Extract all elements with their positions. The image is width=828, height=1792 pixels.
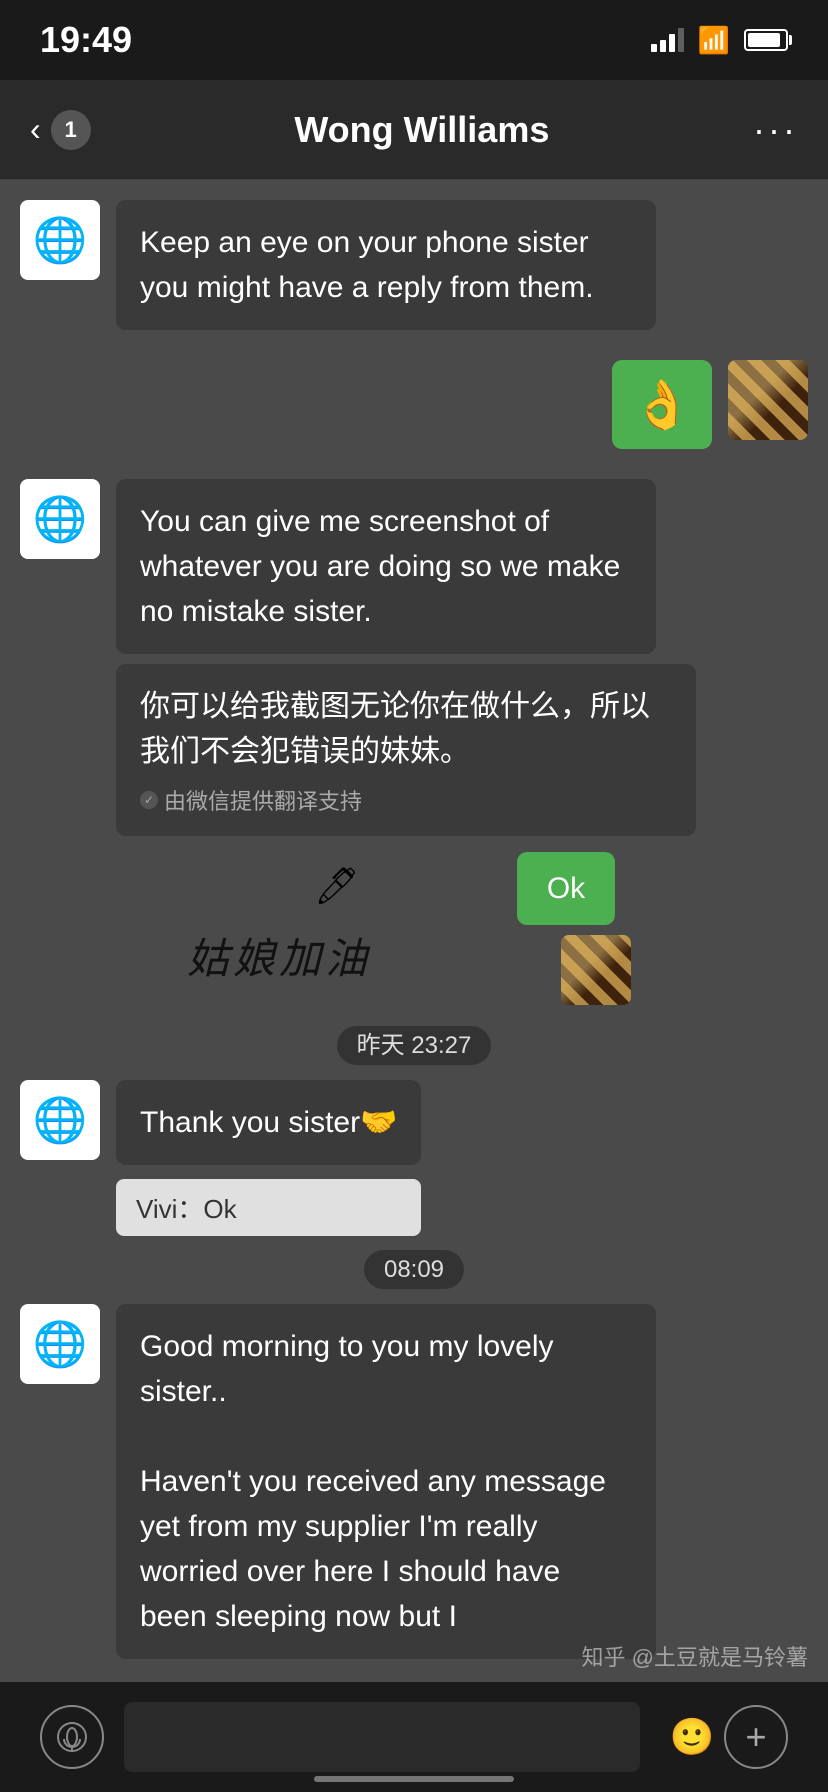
voice-button[interactable]: [40, 1705, 104, 1769]
handwriting-svg: 姑娘加油: [177, 913, 497, 993]
avatar: 🌐: [20, 200, 100, 280]
message-text: You can give me screenshot of whatever y…: [140, 505, 620, 628]
sent-ok-bubble: Ok: [517, 852, 615, 925]
message-text: Thank you sister🤝: [140, 1106, 397, 1139]
divider-text: 昨天 23:27: [337, 1026, 492, 1065]
sent-avatar-2: [561, 935, 631, 1005]
message-row: 🌐 Good morning to you my lovely sister..…: [20, 1304, 808, 1659]
emoji-button[interactable]: 🙂: [660, 1705, 724, 1769]
message-input[interactable]: [124, 1702, 640, 1772]
avatar: 🌐: [20, 1080, 100, 1160]
translation-bubble: 你可以给我截图无论你在做什么，所以我们不会犯错误的妹妹。 ✓ 由微信提供翻译支持: [116, 664, 696, 836]
handwriting-emoji: 🖊: [314, 865, 360, 907]
home-indicator: [314, 1776, 514, 1782]
chat-area: 🌐 Keep an eye on your phone sister you m…: [0, 180, 828, 1709]
svg-text:姑娘加油: 姑娘加油: [187, 937, 371, 983]
sent-emoji-bubble: 👌: [612, 360, 712, 449]
vivi-reply-text: Vivi：Ok: [136, 1194, 237, 1224]
back-arrow-icon: ‹: [30, 111, 41, 148]
time-divider: 昨天 23:27: [20, 1025, 808, 1060]
message-row: 🌐 Keep an eye on your phone sister you m…: [20, 200, 808, 330]
message-group: Thank you sister🤝 Vivi：Ok: [116, 1080, 421, 1236]
chat-title: Wong Williams: [294, 109, 549, 151]
message-row: 👌: [20, 360, 808, 449]
translation-note: ✓ 由微信提供翻译支持: [140, 784, 672, 816]
sent-avatar: [728, 360, 808, 440]
message-bubble: You can give me screenshot of whatever y…: [116, 479, 656, 654]
divider-text-2: 08:09: [364, 1250, 464, 1289]
message-bubble: Good morning to you my lovely sister..Ha…: [116, 1304, 656, 1659]
vivi-reply: Vivi：Ok: [116, 1179, 421, 1236]
watermark: 知乎 @土豆就是马铃薯: [582, 1640, 808, 1672]
back-button[interactable]: ‹ 1: [30, 110, 91, 150]
translation-text: 你可以给我截图无论你在做什么，所以我们不会犯错误的妹妹。: [140, 684, 672, 774]
status-icons: 📶: [651, 25, 788, 56]
notification-badge: 1: [51, 110, 91, 150]
message-bubble: Keep an eye on your phone sister you mig…: [116, 200, 656, 330]
message-text: Good morning to you my lovely sister..Ha…: [140, 1330, 606, 1633]
message-row: 🌐 You can give me screenshot of whatever…: [20, 479, 808, 654]
translation-source: 由微信提供翻译支持: [164, 784, 362, 816]
avatar: 🌐: [20, 1304, 100, 1384]
avatar: 🌐: [20, 479, 100, 559]
header: ‹ 1 Wong Williams ···: [0, 80, 828, 180]
time-divider-2: 08:09: [20, 1256, 808, 1284]
message-text: Keep an eye on your phone sister you mig…: [140, 226, 594, 304]
status-time: 19:49: [40, 19, 132, 61]
signal-icon: [651, 28, 684, 52]
status-bar: 19:49 📶: [0, 0, 828, 80]
message-row: 🌐 Thank you sister🤝 Vivi：Ok: [20, 1080, 808, 1236]
battery-icon: [744, 29, 788, 51]
more-button[interactable]: ···: [753, 109, 798, 151]
handwriting-row: 🖊 姑娘加油 Ok: [20, 852, 808, 1005]
add-button[interactable]: +: [724, 1705, 788, 1769]
message-bubble: Thank you sister🤝: [116, 1080, 421, 1165]
wifi-icon: 📶: [698, 25, 730, 56]
